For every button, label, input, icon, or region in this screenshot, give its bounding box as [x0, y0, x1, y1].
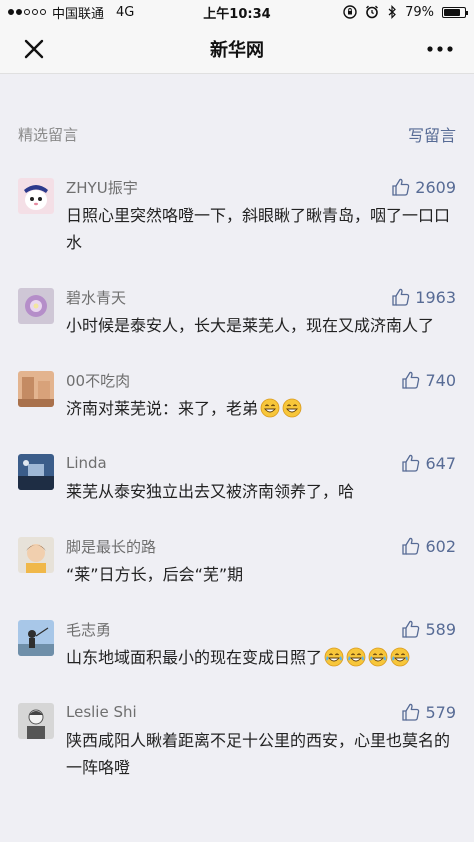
like-count: 2609	[415, 177, 456, 197]
like-count: 602	[425, 536, 456, 556]
more-button[interactable]	[422, 31, 458, 67]
avatar[interactable]	[18, 454, 54, 490]
comment-body: 山东地域面积最小的现在变成日照了	[66, 648, 323, 667]
comment-text: “莱”日方长，后会“芜”期	[66, 561, 456, 588]
like-button[interactable]: 579	[401, 702, 456, 722]
comment-list: ZHYU振宇 2609 日照心里突然咯噔一下，斜眼瞅了瞅青岛，咽了一口口水碧水青天 1…	[0, 152, 474, 795]
status-right: 79%	[286, 4, 468, 20]
like-button[interactable]: 740	[401, 370, 456, 390]
write-comment-button[interactable]: 写留言	[408, 122, 456, 146]
like-button[interactable]: 2609	[391, 177, 456, 197]
like-button[interactable]: 589	[401, 619, 456, 639]
status-left: 中国联通 4G	[8, 3, 188, 22]
comment-body: 日照心里突然咯噔一下，斜眼瞅了瞅青岛，咽了一口口水	[66, 206, 451, 252]
thumbs-up-icon	[402, 537, 420, 555]
more-icon	[427, 45, 453, 52]
comment-item[interactable]: Leslie Shi 579 陕西咸阳人瞅着距离不足十公里的西安，心里也莫名的一阵咯…	[0, 685, 474, 795]
avatar[interactable]	[18, 178, 54, 214]
avatar[interactable]	[18, 537, 54, 573]
commenter-name: 00不吃肉	[66, 371, 131, 390]
comment-text: 日照心里突然咯噔一下，斜眼瞅了瞅青岛，咽了一口口水	[66, 202, 456, 256]
like-button[interactable]: 647	[401, 453, 456, 473]
comment-header: 毛志勇 589	[66, 616, 456, 642]
comment-body: 莱芜从泰安独立出去又被济南领养了，哈	[66, 482, 355, 501]
avatar[interactable]	[18, 371, 54, 407]
comment-body: 小时候是泰安人，长大是莱芜人，现在又成济南人了	[66, 316, 435, 335]
nav-bar: 新华网	[0, 24, 474, 74]
commenter-name: 脚是最长的路	[66, 537, 157, 556]
close-button[interactable]	[16, 31, 52, 67]
bluetooth-icon	[388, 5, 396, 19]
thumbs-up-icon	[402, 371, 420, 389]
thumbs-up-icon	[392, 178, 410, 196]
comment-header: Leslie Shi 579	[66, 699, 456, 725]
orientation-lock-icon	[343, 5, 357, 19]
tears-of-joy-emoji	[368, 647, 388, 667]
like-button[interactable]: 1963	[391, 287, 456, 307]
status-time: 上午10:34	[203, 6, 271, 22]
comment-text: 山东地域面积最小的现在变成日照了	[66, 644, 456, 671]
comment-header: ZHYU振宇 2609	[66, 174, 456, 200]
comment-body: “莱”日方长，后会“芜”期	[66, 565, 244, 584]
commenter-name: Linda	[66, 454, 107, 472]
avatar[interactable]	[18, 703, 54, 739]
grin-emoji	[260, 398, 280, 418]
section-title: 精选留言	[18, 125, 79, 144]
like-count: 740	[425, 370, 456, 390]
comment-text: 陕西咸阳人瞅着距离不足十公里的西安，心里也莫名的一阵咯噔	[66, 727, 456, 781]
like-count: 647	[425, 453, 456, 473]
signal-icon	[8, 9, 46, 15]
thumbs-up-icon	[392, 288, 410, 306]
comment-text: 小时候是泰安人，长大是莱芜人，现在又成济南人了	[66, 312, 456, 339]
comment-item[interactable]: ZHYU振宇 2609 日照心里突然咯噔一下，斜眼瞅了瞅青岛，咽了一口口水	[0, 160, 474, 270]
comment-header: 脚是最长的路 602	[66, 533, 456, 559]
battery-percent: 79%	[405, 4, 434, 20]
close-icon	[24, 39, 44, 58]
thumbs-up-icon	[402, 454, 420, 472]
page-title: 新华网	[210, 39, 264, 61]
comment-item[interactable]: 毛志勇 589 山东地域面积最小的现在变成日照了	[0, 602, 474, 685]
comment-item[interactable]: 00不吃肉 740 济南对莱芜说：来了，老弟	[0, 353, 474, 436]
tears-of-joy-emoji	[324, 647, 344, 667]
status-bar: 中国联通 4G 上午10:34 79%	[0, 0, 474, 24]
comment-text: 莱芜从泰安独立出去又被济南领养了，哈	[66, 478, 456, 505]
thumbs-up-icon	[402, 620, 420, 638]
thumbs-up-icon	[402, 703, 420, 721]
tears-of-joy-emoji	[346, 647, 366, 667]
comment-header: 碧水青天 1963	[66, 284, 456, 310]
comments-header: 精选留言 写留言	[0, 116, 474, 152]
like-count: 579	[425, 702, 456, 722]
like-button[interactable]: 602	[401, 536, 456, 556]
alarm-icon	[366, 5, 379, 19]
spacer	[0, 74, 474, 116]
commenter-name: ZHYU振宇	[66, 178, 138, 197]
comment-item[interactable]: 脚是最长的路 602 “莱”日方长，后会“芜”期	[0, 519, 474, 602]
avatar[interactable]	[18, 288, 54, 324]
comment-header: 00不吃肉 740	[66, 367, 456, 393]
commenter-name: Leslie Shi	[66, 703, 137, 721]
comment-body: 济南对莱芜说：来了，老弟	[66, 399, 259, 418]
network-label: 4G	[116, 4, 135, 20]
like-count: 1963	[415, 287, 456, 307]
comment-body: 陕西咸阳人瞅着距离不足十公里的西安，心里也莫名的一阵咯噔	[66, 731, 451, 777]
commenter-name: 碧水青天	[66, 288, 127, 307]
comment-header: Linda 647	[66, 450, 456, 476]
battery-icon	[442, 6, 468, 18]
carrier-label: 中国联通	[52, 6, 105, 22]
comment-item[interactable]: 碧水青天 1963 小时候是泰安人，长大是莱芜人，现在又成济南人了	[0, 270, 474, 353]
grin-emoji	[282, 398, 302, 418]
avatar[interactable]	[18, 620, 54, 656]
comment-text: 济南对莱芜说：来了，老弟	[66, 395, 456, 422]
comment-item[interactable]: Linda 647 莱芜从泰安独立出去又被济南领养了，哈	[0, 436, 474, 519]
like-count: 589	[425, 619, 456, 639]
commenter-name: 毛志勇	[66, 620, 112, 639]
tears-of-joy-emoji	[390, 647, 410, 667]
